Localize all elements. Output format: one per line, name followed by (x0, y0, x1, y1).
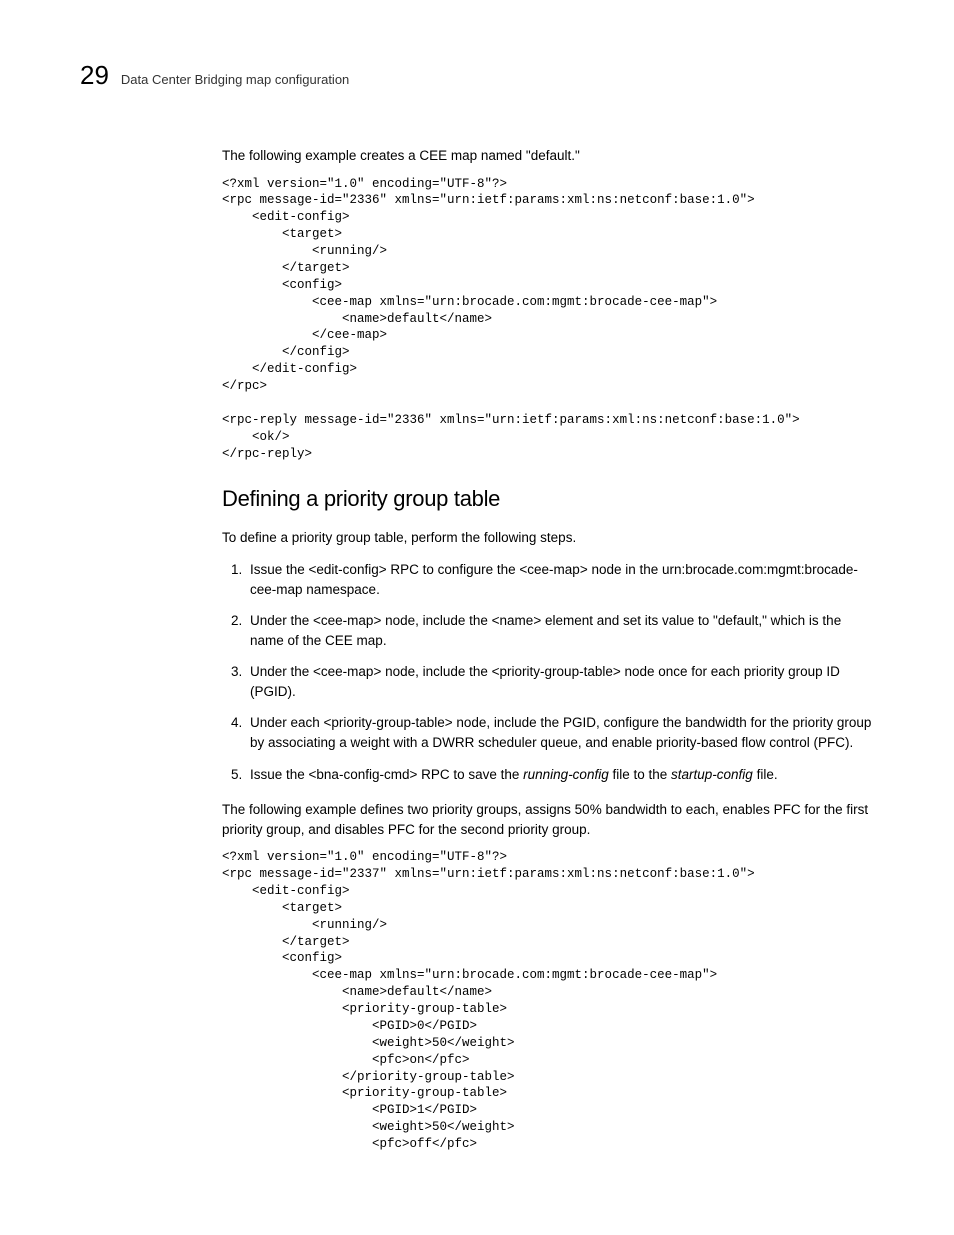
step-5-italic-2: startup-config (671, 767, 753, 782)
code-block-2: <?xml version="1.0" encoding="UTF-8"?> <… (222, 849, 874, 1153)
intro-text: The following example creates a CEE map … (222, 146, 874, 166)
step-5-italic-1: running-config (523, 767, 609, 782)
step-2: Under the <cee-map> node, include the <n… (246, 611, 874, 650)
step-5-suffix: file. (753, 767, 778, 782)
step-4: Under each <priority-group-table> node, … (246, 713, 874, 752)
section-heading: Defining a priority group table (222, 486, 874, 512)
step-5: Issue the <bna-config-cmd> RPC to save t… (246, 765, 874, 785)
step-3: Under the <cee-map> node, include the <p… (246, 662, 874, 701)
code-block-1: <?xml version="1.0" encoding="UTF-8"?> <… (222, 176, 874, 463)
step-5-middle: file to the (609, 767, 671, 782)
step-5-prefix: Issue the <bna-config-cmd> RPC to save t… (250, 767, 523, 782)
example-intro: The following example defines two priori… (222, 800, 874, 839)
steps-list: Issue the <edit-config> RPC to configure… (222, 560, 874, 784)
page-number: 29 (80, 60, 109, 91)
step-1: Issue the <edit-config> RPC to configure… (246, 560, 874, 599)
page-header: 29 Data Center Bridging map configuratio… (80, 60, 874, 91)
section-intro: To define a priority group table, perfor… (222, 528, 874, 548)
page-content: The following example creates a CEE map … (222, 146, 874, 1153)
header-title: Data Center Bridging map configuration (121, 72, 349, 87)
